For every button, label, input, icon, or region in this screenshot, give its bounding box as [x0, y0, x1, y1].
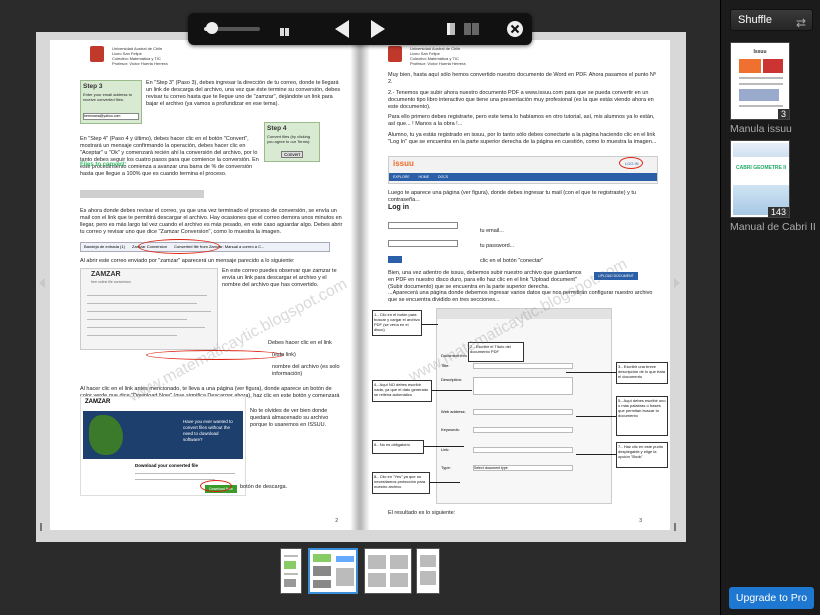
sidebar: Shuffle ⇄ Issuu 3 Manula issuu CABRI GEO… — [720, 0, 820, 615]
zamzar-logo: ZAMZAR — [91, 271, 121, 278]
chameleon-image — [89, 415, 123, 455]
upload-form-screenshot: Document info Title: Description: Web ad… — [436, 308, 612, 504]
callout-7: 7.- Haz clic en este punto desplegable y… — [616, 442, 668, 468]
close-icon[interactable] — [506, 20, 524, 40]
right-page[interactable]: Universidad Austral de Chile Liceo San F… — [370, 40, 670, 530]
next-page-side-arrow[interactable] — [674, 278, 680, 288]
doc-title[interactable]: Manula issuu — [730, 123, 792, 135]
left-page[interactable]: Universidad Austral de Chile Liceo San F… — [50, 40, 350, 530]
first-page-icon[interactable] — [40, 523, 46, 531]
step2-paragraph: 2.- Tenemos que subir ahora nuestro docu… — [388, 90, 654, 110]
login-title: Log in — [388, 204, 409, 211]
issuu-header-screenshot: issuu EXPLORE HOME DOCS LOG IN — [388, 156, 658, 184]
inbox-highlight-oval — [138, 239, 220, 254]
check-mail-paragraph: Es ahora donde debes revisar el correo, … — [80, 208, 343, 235]
book-spread: Universidad Austral de Chile Liceo San F… — [36, 32, 686, 542]
callout-4: 4.- Aquí NO debes escribir nada, ya que … — [372, 380, 432, 402]
callout-1: 1.- Clic en el botón para buscar y carga… — [372, 310, 422, 336]
promo-banner: Have you ever wanted to convert files wi… — [83, 411, 243, 459]
upgrade-to-pro-button[interactable]: Upgrade to Pro — [729, 587, 814, 609]
doc-title[interactable]: Manual de Cabri II — [730, 221, 816, 233]
prev-page-side-arrow[interactable] — [39, 278, 45, 288]
step3-paragraph: En "Step 3" (Paso 3), debes ingresar la … — [146, 80, 341, 107]
page-number-right: 3 — [639, 518, 642, 524]
intro-paragraph: Muy bien, hasta aquí sólo hemos converti… — [388, 72, 656, 85]
book-view-icon[interactable] — [446, 22, 456, 42]
zoom-slider-knob[interactable] — [206, 22, 219, 34]
step3-box: Step 3 Enter your email address to recei… — [80, 80, 142, 124]
callout-3: 3.- Escribir una breve descripción de lo… — [616, 362, 668, 384]
university-logo — [388, 46, 402, 62]
shuffle-label: Shuffle — [738, 14, 773, 26]
tu-password-label: tu password... — [480, 243, 515, 249]
final-line: El resultado es lo siguiente: — [388, 510, 456, 516]
reminder-text: No te olvides de ver bien donde quedará … — [250, 408, 329, 428]
download-caption: botón de descarga. — [240, 484, 288, 490]
issuu-nav: EXPLORE HOME DOCS — [389, 173, 657, 181]
link-highlight-oval — [146, 350, 284, 360]
login-after-paragraph: Luego te aparece una página (ver figura)… — [388, 190, 636, 203]
step3-email-field: hernmana@yahoo.com — [83, 113, 139, 120]
files-list-screenshot — [80, 190, 204, 198]
tu-email-label: tu email... — [480, 228, 504, 234]
callout-2: 2.- Escribir el Título del documento PDF — [468, 342, 524, 362]
login-email-field — [388, 222, 458, 229]
callout-6: 6.- No es obligatorio — [372, 440, 424, 454]
login-password-field — [388, 240, 458, 247]
callout-8: 8.- Clic en "Yes" ya que no necesitamos … — [372, 472, 430, 494]
thumbnail-page-1[interactable] — [280, 548, 302, 594]
page-header: Universidad Austral de Chile Liceo San F… — [410, 46, 466, 66]
double-page-icon[interactable] — [464, 22, 480, 42]
form-paragraph: ...Aparecerá una página donde debemos in… — [388, 290, 653, 303]
shuffle-icon: ⇄ — [795, 16, 806, 30]
thumbnail-pages-2-3[interactable] — [308, 548, 358, 594]
register-paragraph: Para ello primero debes registrarte, per… — [388, 114, 655, 127]
doc-page-count: 3 — [777, 109, 789, 119]
book-gutter — [350, 40, 370, 530]
doc-page-count: 143 — [767, 207, 789, 217]
page-header: Universidad Austral de Chile Liceo San F… — [112, 46, 168, 66]
issuu-logo: issuu — [393, 159, 414, 168]
login-connect-button — [388, 256, 402, 263]
step4-convert-button: Convert — [281, 151, 303, 158]
upload-document-button: UPLOAD DOCUMENT — [594, 272, 638, 280]
callout-5: 5.- Aquí debes escribir uno o más palabr… — [616, 396, 668, 436]
thumbnail-pages-6-7[interactable] — [416, 548, 440, 594]
thumbnail-pages-4-5[interactable] — [364, 548, 412, 594]
this-link-label: (este link) — [272, 352, 296, 358]
step4-box: Step 4 Convert files (by clicking you ag… — [264, 122, 320, 162]
related-doc-manula-issuu[interactable]: Issuu 3 Manula issuu — [730, 42, 792, 135]
login-paragraph: Alumno, tu ya estás registrado en issuu,… — [388, 132, 657, 145]
document-viewer: Universidad Austral de Chile Liceo San F… — [0, 0, 720, 615]
click-link-text: Debes hacer clic en el link — [268, 340, 332, 346]
prev-page-button[interactable] — [334, 19, 350, 39]
last-page-icon[interactable] — [674, 523, 680, 531]
doc-cover: Issuu 3 — [730, 42, 790, 120]
university-logo — [90, 46, 104, 62]
download-highlight-oval — [200, 480, 232, 492]
viewer-toolbar — [188, 13, 532, 45]
login-highlight-oval — [619, 157, 643, 169]
conectar-label: clic en el botón "conectar" — [480, 258, 544, 264]
zamzar-mail-screenshot: ZAMZAR free online file conversion — [80, 268, 218, 350]
page-number-left: 2 — [335, 518, 338, 524]
next-page-button[interactable] — [370, 19, 386, 39]
file-name-label: nombre del archivo (es solo información) — [272, 364, 340, 377]
shuffle-button[interactable]: Shuffle ⇄ — [730, 9, 813, 31]
opened-mail-paragraph: Al abrir este correo enviado por "zamzar… — [80, 258, 295, 264]
upload-paragraph: Bien, una vez adentro de issuu, debemos … — [388, 270, 582, 290]
zamzar-explanation: En este correo puedes observar que zamza… — [222, 268, 337, 288]
files-to-convert-label: Files to convert: — [80, 162, 127, 168]
single-page-icon[interactable] — [280, 24, 290, 36]
doc-cover: CABRI GEOMETRE II 143 — [730, 140, 790, 218]
related-doc-manual-cabri[interactable]: CABRI GEOMETRE II 143 Manual de Cabri II — [730, 140, 816, 233]
